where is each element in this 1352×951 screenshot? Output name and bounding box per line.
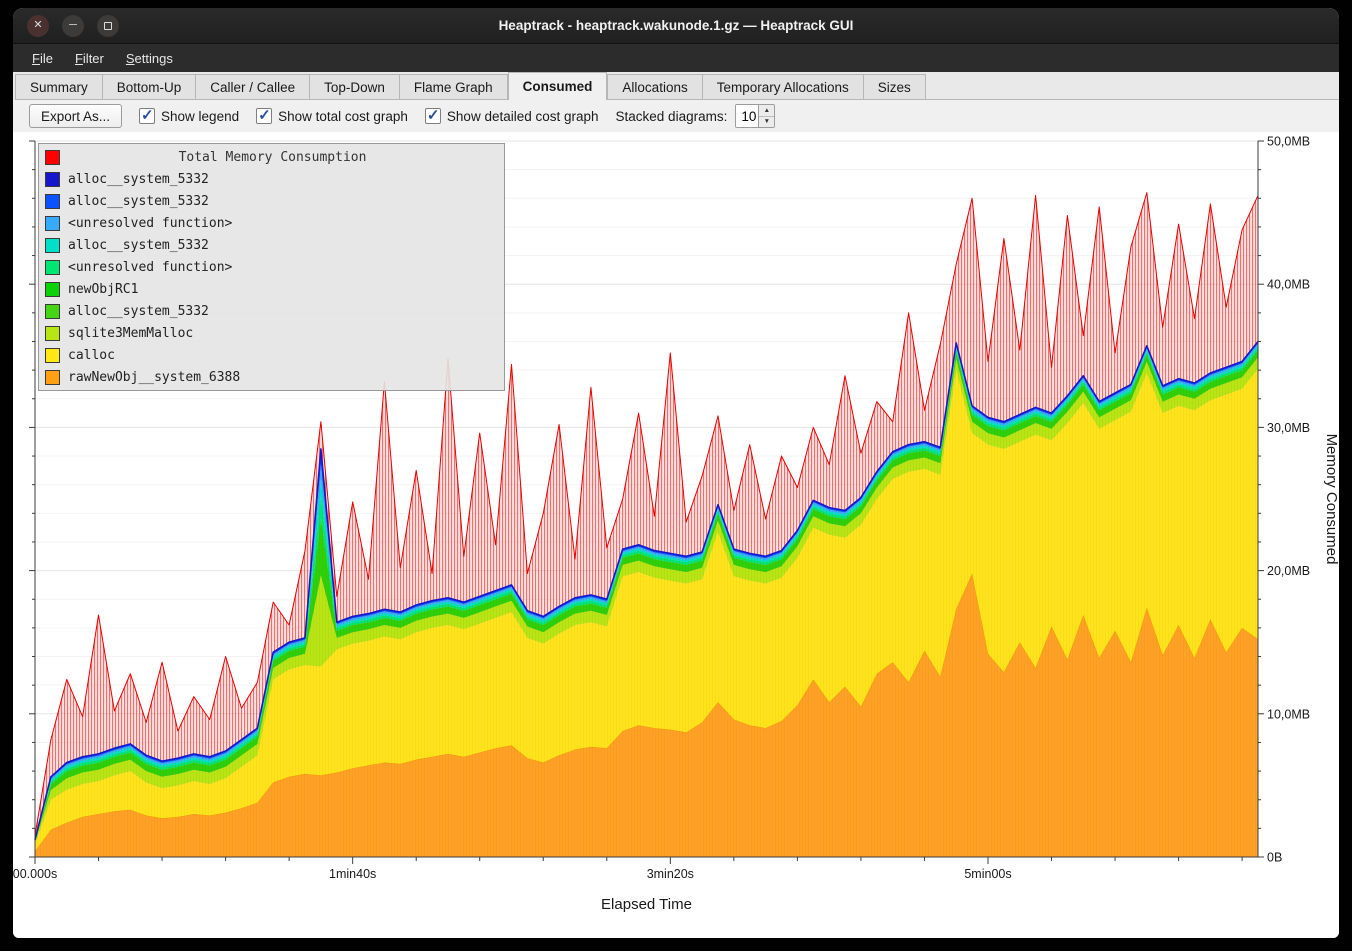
- legend-swatch: [45, 304, 60, 319]
- legend-item-label: alloc__system_5332: [68, 304, 209, 319]
- legend-item-label: sqlite3MemMalloc: [68, 326, 193, 341]
- app-window: ✕ ─ Heaptrack - heaptrack.wakunode.1.gz …: [13, 8, 1339, 938]
- checkbox-box-show-detailed-cost-graph[interactable]: [425, 108, 441, 124]
- tab-top-down[interactable]: Top-Down: [310, 74, 400, 100]
- tab-summary[interactable]: Summary: [15, 74, 103, 100]
- legend-swatch: [45, 348, 60, 363]
- toolbar: Export As... Show legend Show total cost…: [13, 100, 1339, 132]
- chart-legend: Total Memory Consumption alloc__system_5…: [38, 143, 505, 391]
- svg-text:40,0MB: 40,0MB: [1267, 278, 1310, 292]
- svg-text:Elapsed Time: Elapsed Time: [601, 896, 692, 913]
- maximize-icon: [104, 22, 112, 30]
- minimize-icon: ─: [69, 20, 77, 31]
- svg-text:20,0MB: 20,0MB: [1267, 564, 1310, 578]
- checkbox-label-show-total-cost-graph: Show total cost graph: [278, 109, 408, 124]
- legend-item: newObjRC1: [43, 278, 500, 300]
- svg-text:5min00s: 5min00s: [964, 867, 1011, 881]
- legend-swatch: [45, 370, 60, 385]
- legend-item-label: rawNewObj__system_6388: [68, 370, 240, 385]
- legend-item: alloc__system_5332: [43, 234, 500, 256]
- legend-item-label: <unresolved function>: [68, 260, 232, 275]
- tab-bottom-up[interactable]: Bottom-Up: [103, 74, 197, 100]
- legend-swatch: [45, 326, 60, 341]
- legend-item: rawNewObj__system_6388: [43, 366, 500, 388]
- tabbar-filler: [926, 74, 1339, 100]
- spin-down-button[interactable]: ▼: [759, 117, 774, 128]
- stacked-diagrams-label: Stacked diagrams:: [616, 109, 728, 124]
- tab-allocations[interactable]: Allocations: [607, 74, 702, 100]
- legend-item: alloc__system_5332: [43, 300, 500, 322]
- legend-item: <unresolved function>: [43, 256, 500, 278]
- menu-item-filter[interactable]: Filter: [66, 47, 113, 70]
- close-icon: ✕: [33, 20, 42, 31]
- export-as-button[interactable]: Export As...: [29, 104, 122, 128]
- tab-caller-callee[interactable]: Caller / Callee: [196, 74, 310, 100]
- svg-text:30,0MB: 30,0MB: [1267, 421, 1310, 435]
- checkbox-label-show-legend: Show legend: [161, 109, 239, 124]
- spin-up-button[interactable]: ▲: [759, 105, 774, 117]
- legend-title: Total Memory Consumption: [68, 150, 477, 165]
- svg-text:0B: 0B: [1267, 851, 1282, 865]
- tab-flame-graph[interactable]: Flame Graph: [400, 74, 508, 100]
- menu-item-settings[interactable]: Settings: [117, 47, 182, 70]
- stacked-diagrams-spinbox[interactable]: ▲ ▼: [735, 104, 775, 128]
- tab-sizes[interactable]: Sizes: [864, 74, 926, 100]
- legend-title-row: Total Memory Consumption: [43, 146, 500, 168]
- checkbox-show-legend[interactable]: Show legend: [139, 108, 239, 124]
- legend-title-swatch: [45, 150, 60, 165]
- svg-text:Memory Consumed: Memory Consumed: [1323, 434, 1339, 565]
- legend-item-label: calloc: [68, 348, 115, 363]
- legend-swatch: [45, 172, 60, 187]
- legend-item: sqlite3MemMalloc: [43, 322, 500, 344]
- legend-item-label: <unresolved function>: [68, 216, 232, 231]
- titlebar[interactable]: ✕ ─ Heaptrack - heaptrack.wakunode.1.gz …: [13, 8, 1339, 44]
- legend-item: calloc: [43, 344, 500, 366]
- legend-item: <unresolved function>: [43, 212, 500, 234]
- legend-swatch: [45, 282, 60, 297]
- chart-area[interactable]: 0B 10,0MB 20,0MB 30,0MB 40,0MB 50,0MB 00.000s 1…: [13, 132, 1339, 938]
- checkbox-label-show-detailed-cost-graph: Show detailed cost graph: [447, 109, 599, 124]
- tabbar: Summary Bottom-Up Caller / Callee Top-Do…: [13, 72, 1339, 100]
- legend-item-label: newObjRC1: [68, 282, 138, 297]
- svg-text:00.000s: 00.000s: [13, 867, 57, 881]
- close-button[interactable]: ✕: [27, 15, 49, 37]
- window-title: Heaptrack - heaptrack.wakunode.1.gz — He…: [13, 18, 1339, 33]
- minimize-button[interactable]: ─: [62, 15, 84, 37]
- stacked-diagrams-input[interactable]: [736, 105, 758, 127]
- legend-item: alloc__system_5332: [43, 168, 500, 190]
- legend-swatch: [45, 238, 60, 253]
- svg-text:50,0MB: 50,0MB: [1267, 135, 1310, 149]
- menubar: File Filter Settings: [13, 44, 1339, 72]
- legend-item-label: alloc__system_5332: [68, 172, 209, 187]
- spin-buttons: ▲ ▼: [758, 105, 774, 127]
- legend-swatch: [45, 194, 60, 209]
- menu-item-file[interactable]: File: [23, 47, 62, 70]
- checkbox-box-show-legend[interactable]: [139, 108, 155, 124]
- checkbox-show-total-cost-graph[interactable]: Show total cost graph: [256, 108, 408, 124]
- legend-item: alloc__system_5332: [43, 190, 500, 212]
- maximize-button[interactable]: [97, 15, 119, 37]
- legend-item-label: alloc__system_5332: [68, 194, 209, 209]
- svg-text:3min20s: 3min20s: [647, 867, 694, 881]
- legend-item-label: alloc__system_5332: [68, 238, 209, 253]
- svg-text:1min40s: 1min40s: [329, 867, 376, 881]
- checkbox-box-show-total-cost-graph[interactable]: [256, 108, 272, 124]
- window-controls: ✕ ─: [27, 15, 119, 37]
- svg-text:10,0MB: 10,0MB: [1267, 707, 1310, 721]
- legend-swatch: [45, 216, 60, 231]
- tab-consumed[interactable]: Consumed: [508, 72, 608, 100]
- screen: ✕ ─ Heaptrack - heaptrack.wakunode.1.gz …: [0, 0, 1352, 951]
- legend-swatch: [45, 260, 60, 275]
- tab-temporary-allocations[interactable]: Temporary Allocations: [703, 74, 864, 100]
- checkbox-show-detailed-cost-graph[interactable]: Show detailed cost graph: [425, 108, 599, 124]
